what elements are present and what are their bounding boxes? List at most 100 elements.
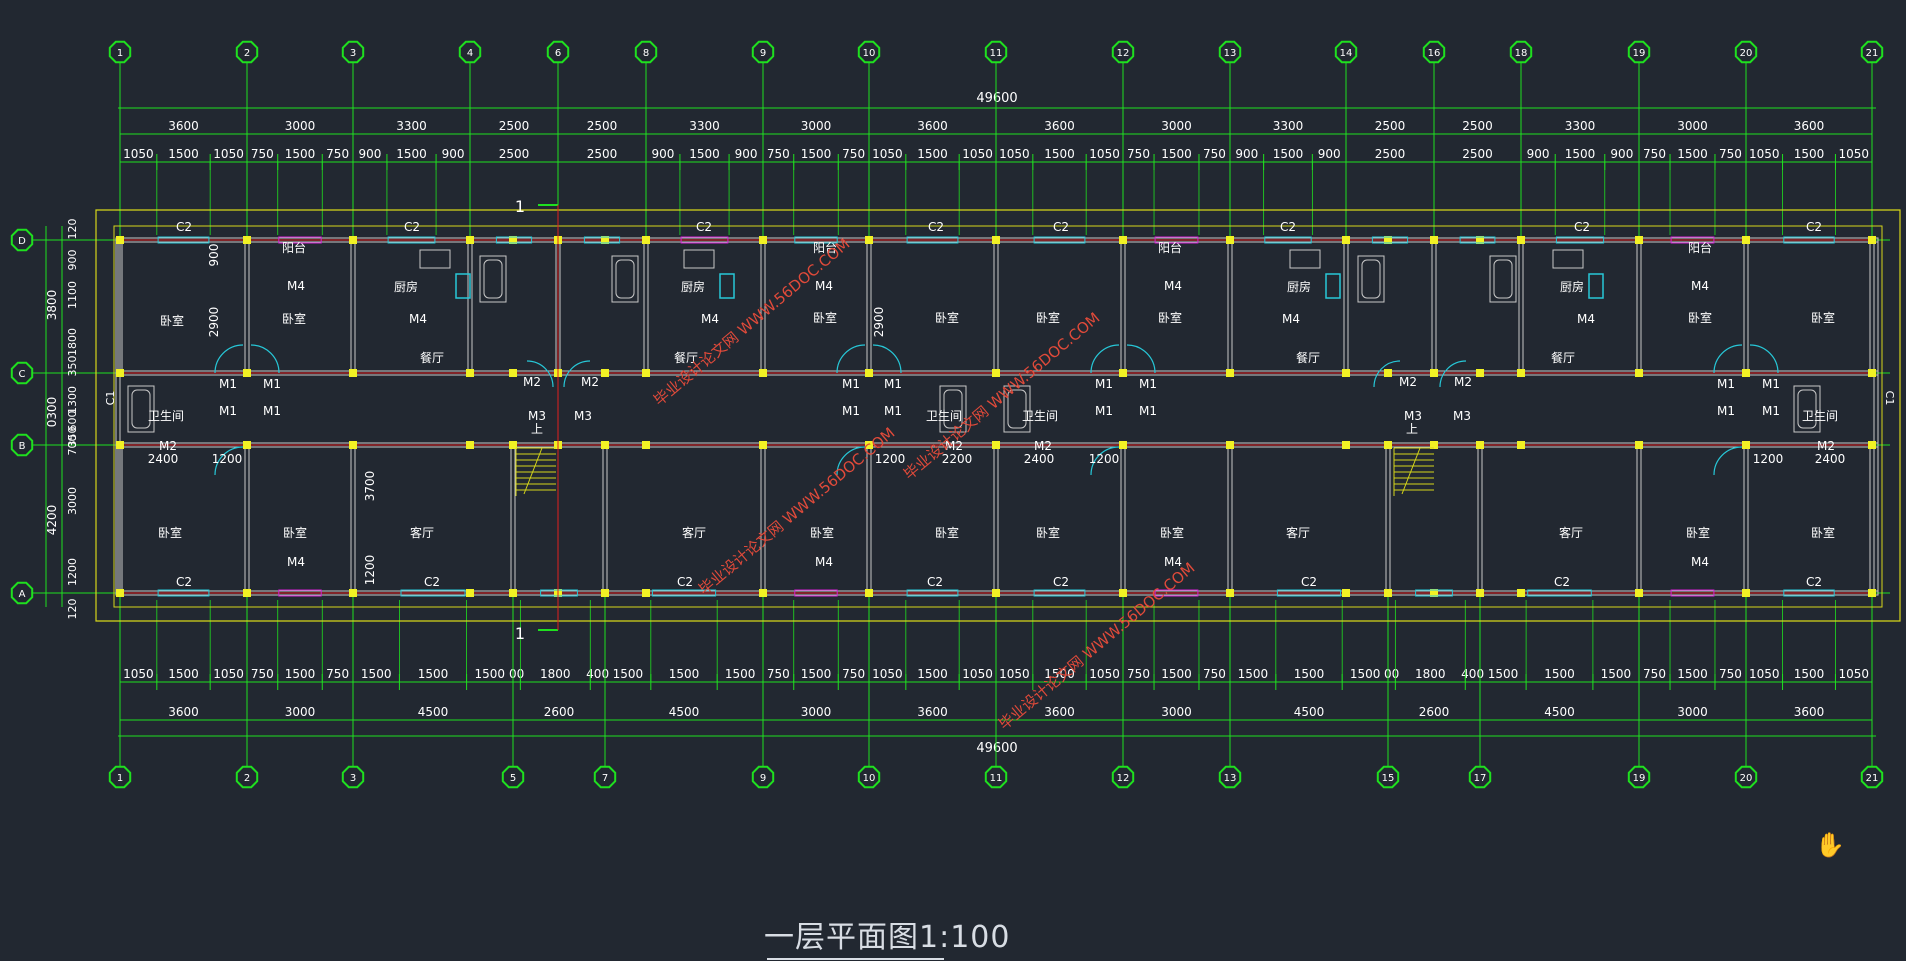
- column: [1635, 589, 1643, 597]
- top-subdim-label: 1500: [689, 147, 720, 161]
- bottom-subdim-label: 00: [1384, 667, 1399, 681]
- column: [601, 369, 609, 377]
- room-label: 卧室: [935, 525, 959, 540]
- column: [1517, 589, 1525, 597]
- column: [1342, 589, 1350, 597]
- section-mark-label: 1: [515, 624, 525, 643]
- bathtub-inner: [615, 259, 635, 299]
- top-dim-label: 3600: [168, 119, 199, 133]
- axis-label-bottom: 13: [1224, 773, 1237, 784]
- top-subdim-label: 1050: [1838, 147, 1869, 161]
- top-subdim-label: 900: [1610, 147, 1633, 161]
- bottom-dim-label: 4500: [1544, 705, 1575, 719]
- axis-label-bottom: 19: [1633, 773, 1646, 784]
- wall: [993, 442, 999, 596]
- window-tag: C2: [424, 575, 440, 589]
- top-subdim-label: 900: [1235, 147, 1258, 161]
- column: [642, 441, 650, 449]
- bottom-subdim-label: 750: [326, 667, 349, 681]
- axis-label-bottom: 11: [990, 773, 1003, 784]
- bottom-subdim-label: 1500: [285, 667, 316, 681]
- room-label: 卧室: [1688, 310, 1712, 325]
- top-dim-label: 2500: [1375, 119, 1406, 133]
- column: [992, 589, 1000, 597]
- left-dim-inner: 1100: [66, 281, 79, 309]
- column: [243, 441, 251, 449]
- bathtub-inner: [483, 259, 503, 299]
- room-label: 卧室: [158, 525, 182, 540]
- room-label: 厨房: [1560, 279, 1584, 294]
- room-label: 餐厅: [420, 350, 444, 365]
- column: [992, 369, 1000, 377]
- bottom-dim-label: 4500: [418, 705, 449, 719]
- window-tag: C1: [1883, 391, 1896, 406]
- bottom-subdim-label: 1500: [669, 667, 700, 681]
- door-arc: [1713, 344, 1743, 374]
- left-dim-inner: 350: [66, 356, 79, 377]
- bottom-subdim-label: 1500: [725, 667, 756, 681]
- room-label: 卧室: [160, 313, 184, 328]
- door-tag: M4: [1691, 555, 1709, 569]
- top-dim-label: 3300: [1565, 119, 1596, 133]
- bottom-subdim-label: 1050: [1089, 667, 1120, 681]
- wall: [1343, 237, 1349, 376]
- door-tag: M4: [1164, 279, 1182, 293]
- left-dim-inner: 1800: [66, 328, 79, 356]
- axis-label-top: 9: [760, 48, 766, 59]
- top-subdim-label: 750: [1719, 147, 1742, 161]
- column: [1430, 369, 1438, 377]
- room-label: 卧室: [813, 310, 837, 325]
- window-tag: C2: [928, 220, 944, 234]
- column: [1226, 589, 1234, 597]
- column: [1868, 589, 1876, 597]
- door-tag: M4: [287, 279, 305, 293]
- wall: [1518, 237, 1524, 376]
- left-dim-inner: 3000: [66, 487, 79, 515]
- axis-label-top: 6: [555, 48, 561, 59]
- top-subdim-label: 900: [652, 147, 675, 161]
- bottom-dim-label: 3000: [1161, 705, 1192, 719]
- top-subdim-label: 1050: [872, 147, 903, 161]
- left-dim-inner: 700: [66, 435, 79, 456]
- total-dim-top: 49600: [976, 91, 1017, 106]
- top-subdim-label: 750: [1643, 147, 1666, 161]
- axis-label-top: 2: [244, 48, 250, 59]
- window-tag: C2: [176, 575, 192, 589]
- window-tag: C2: [677, 575, 693, 589]
- door-tag: M1: [263, 404, 281, 418]
- wall: [866, 442, 872, 596]
- column: [759, 441, 767, 449]
- column: [642, 369, 650, 377]
- bottom-subdim-label: 1500: [1294, 667, 1325, 681]
- wall: [760, 442, 766, 596]
- top-subdim-label: 1500: [1794, 147, 1825, 161]
- axis-label-top: 20: [1740, 48, 1753, 59]
- top-subdim-label: 900: [442, 147, 465, 161]
- inner-dim: 1200: [212, 452, 243, 466]
- column: [1742, 441, 1750, 449]
- room-label: 卫生间: [1022, 409, 1058, 423]
- bottom-subdim-label: 1050: [872, 667, 903, 681]
- axis-label-bottom: 17: [1474, 773, 1487, 784]
- room-label: 厨房: [1287, 279, 1311, 294]
- column: [865, 236, 873, 244]
- left-dim-inner: 900: [66, 250, 79, 271]
- bottom-dim-label: 4500: [1294, 705, 1325, 719]
- hand-icon[interactable]: ✋: [1815, 830, 1845, 860]
- door-arc: [1126, 344, 1156, 374]
- column: [509, 369, 517, 377]
- door-tag: M1: [1095, 404, 1113, 418]
- door-tag: M4: [1577, 312, 1595, 326]
- top-subdim-label: 900: [735, 147, 758, 161]
- column: [642, 236, 650, 244]
- top-dim-label: 2500: [1462, 119, 1493, 133]
- bottom-subdim-label: 1500: [475, 667, 506, 681]
- door-tag: M1: [842, 404, 860, 418]
- wall: [1743, 442, 1749, 596]
- stair-arrow: [523, 447, 543, 495]
- wall: [993, 237, 999, 376]
- door-tag: M4: [815, 555, 833, 569]
- top-subdim-label: 1050: [962, 147, 993, 161]
- room-label: 卫生间: [1802, 409, 1838, 423]
- bottom-dim-label: 3000: [801, 705, 832, 719]
